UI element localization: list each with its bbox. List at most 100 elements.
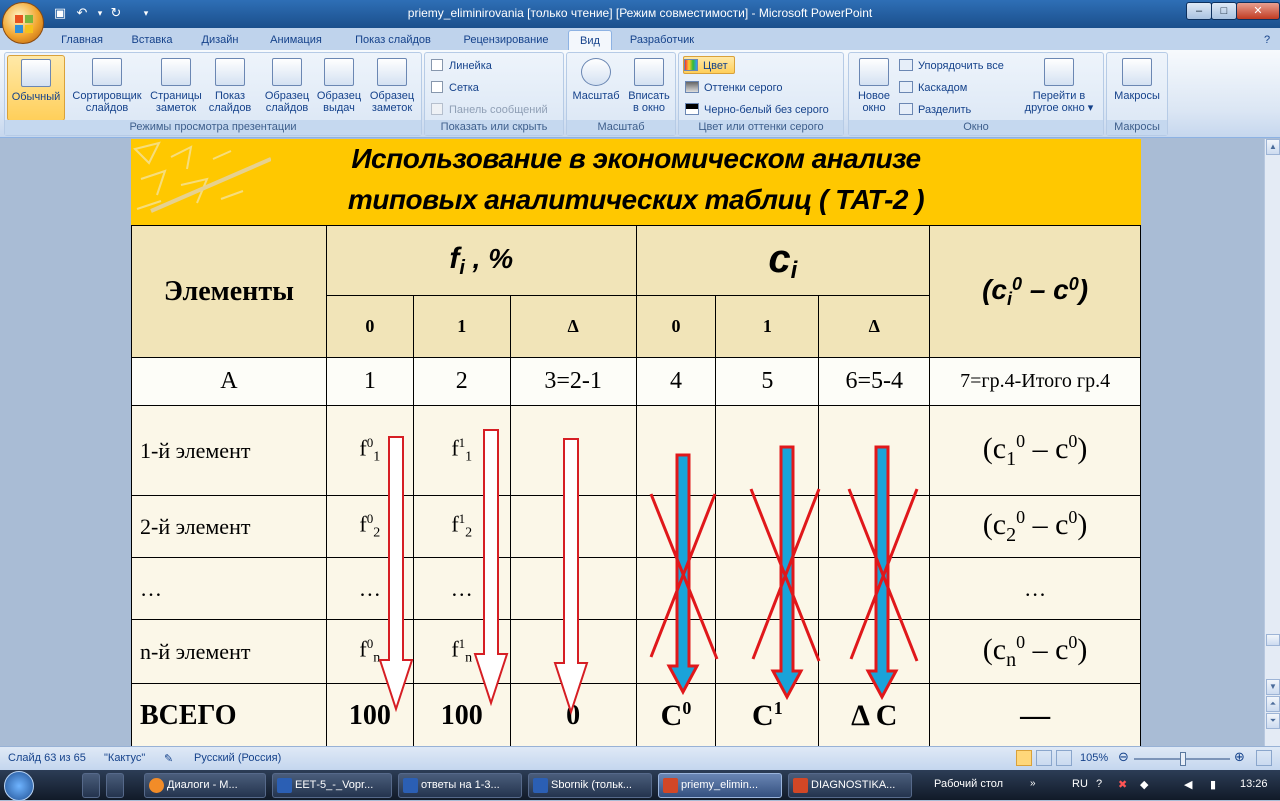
slide-workspace[interactable]: Использование в экономическом анализе ти… <box>0 139 1264 746</box>
taskbar-item-label: DIAGNOSTIKA... <box>811 779 896 791</box>
cell-c1 <box>715 619 820 684</box>
close-button[interactable]: ✕ <box>1236 2 1280 20</box>
zoom-button[interactable]: Масштаб <box>569 55 623 121</box>
switch-window-button[interactable]: Перейти в другое окно ▾ <box>1019 55 1099 121</box>
tab-slideshow[interactable]: Показ слайдов <box>346 30 440 50</box>
taskbar-item[interactable]: DIAGNOSTIKA... <box>788 773 912 798</box>
fit-slide-icon[interactable] <box>1256 750 1272 766</box>
black-white-button[interactable]: Черно-белый без серого <box>685 101 829 119</box>
cascade-button[interactable]: Каскадом <box>899 79 967 97</box>
language[interactable]: Русский (Россия) <box>194 752 281 764</box>
maximize-button[interactable]: □ <box>1211 2 1237 20</box>
table-row: 1-й элемент f01 f11 (c10 – c0) <box>131 405 1141 496</box>
desktop-toolbar-label[interactable]: Рабочий стол <box>934 778 1003 790</box>
grid-label: Сетка <box>449 82 479 94</box>
color-button[interactable]: Цвет <box>683 56 735 74</box>
switch-windows-icon[interactable] <box>106 773 124 798</box>
start-button[interactable] <box>4 771 34 801</box>
total-cdelta: Δ С <box>818 683 931 746</box>
volume-icon[interactable]: ◀ <box>1184 778 1192 791</box>
ruler-checkbox[interactable]: Линейка <box>431 57 492 75</box>
next-slide-button[interactable]: ⏷ <box>1266 713 1280 729</box>
scroll-up-button[interactable]: ▲ <box>1266 139 1280 155</box>
cell-diff: (cn0 – c0) <box>929 619 1141 684</box>
new-window-button[interactable]: Новое окно <box>851 55 897 121</box>
title-bar: ▣ ↶ ▾ ↻ ▾ priemy_eliminirovania [только … <box>0 0 1280 28</box>
office-button[interactable] <box>2 2 44 44</box>
ruler-label: Линейка <box>449 60 492 72</box>
scroll-thumb[interactable] <box>1266 634 1280 646</box>
zoom-in-icon[interactable]: ⊕ <box>1234 749 1245 765</box>
tab-view[interactable]: Вид <box>568 30 612 50</box>
slide-master-button[interactable]: Образец слайдов <box>261 55 313 121</box>
arrange-all-button[interactable]: Упорядочить все <box>899 57 1004 75</box>
cell-c1 <box>715 557 820 620</box>
taskbar-item-label: Диалоги - М... <box>167 779 238 791</box>
taskbar-item[interactable]: Sbornik (тольк... <box>528 773 652 798</box>
taskbar-item[interactable]: ЕЕТ-5_-_Vopr... <box>272 773 392 798</box>
vertical-scrollbar[interactable]: ▲ ▼ ⏶ ⏷ <box>1264 139 1280 746</box>
zoom-out-icon[interactable]: ⊖ <box>1118 749 1129 765</box>
power-icon[interactable]: ▮ <box>1210 778 1216 791</box>
notes-master-button[interactable]: Образец заметок <box>365 55 419 121</box>
tab-developer[interactable]: Разработчик <box>620 30 704 50</box>
show-desktop-icon[interactable] <box>82 773 100 798</box>
handout-master-button[interactable]: Образец выдач <box>313 55 365 121</box>
slide-sorter-button[interactable]: Сортировщик слайдов <box>67 55 147 121</box>
taskbar-item[interactable]: ответы на 1-3... <box>398 773 522 798</box>
grayscale-icon <box>685 81 699 93</box>
handout-master-icon <box>324 58 354 86</box>
normal-view-button[interactable]: Обычный <box>7 55 65 121</box>
row-name: n-й элемент <box>131 619 327 684</box>
slide-sorter-icon <box>92 58 122 86</box>
group-label-zoom: Масштаб <box>567 120 675 135</box>
tray-icon[interactable]: ◆ <box>1140 778 1148 791</box>
help-icon[interactable]: ? <box>1258 30 1276 50</box>
tab-review[interactable]: Рецензирование <box>452 30 560 50</box>
zoom-level[interactable]: 105% <box>1080 752 1108 764</box>
diff-close: ) <box>1078 273 1089 305</box>
toolbar-chevron-icon[interactable]: » <box>1030 778 1036 789</box>
notes-page-button[interactable]: Страницы заметок <box>147 55 205 121</box>
f1-subscript: 2 <box>465 525 473 541</box>
cell-diff: (c20 – c0) <box>929 495 1141 558</box>
checkbox-icon <box>431 59 443 71</box>
sorter-view-status-icon[interactable] <box>1036 750 1052 766</box>
zoom-slider-thumb[interactable] <box>1180 752 1186 766</box>
subheader-f0: 0 <box>325 295 414 358</box>
minimize-button[interactable]: – <box>1186 2 1212 20</box>
split-button[interactable]: Разделить <box>899 101 971 119</box>
cell-fdelta <box>509 405 637 496</box>
tab-design[interactable]: Дизайн <box>190 30 250 50</box>
tab-home[interactable]: Главная <box>52 30 112 50</box>
theme-name: "Кактус" <box>104 752 146 764</box>
slideshow-view-button[interactable]: Показ слайдов <box>205 55 255 121</box>
macros-button[interactable]: Макросы <box>1109 55 1165 121</box>
language-indicator[interactable]: RU <box>1072 778 1088 790</box>
macros-icon <box>1122 58 1152 86</box>
firefox-icon <box>149 778 164 793</box>
normal-view-status-icon[interactable] <box>1016 750 1032 766</box>
cell-cdelta <box>818 619 931 684</box>
fit-to-window-button[interactable]: Вписать в окно <box>623 55 675 121</box>
slideshow-icon <box>215 58 245 86</box>
tab-animation[interactable]: Анимация <box>258 30 334 50</box>
network-icon[interactable]: ✖ <box>1118 778 1127 791</box>
slideshow-status-icon[interactable] <box>1056 750 1072 766</box>
notes-page-label-2: заметок <box>155 102 197 114</box>
taskbar-item-label: ответы на 1-3... <box>421 779 500 791</box>
clock[interactable]: 13:26 <box>1240 778 1268 790</box>
color-label: Цвет <box>703 60 728 72</box>
tab-insert[interactable]: Вставка <box>120 30 184 50</box>
previous-slide-button[interactable]: ⏶ <box>1266 696 1280 712</box>
cell-c0 <box>635 557 717 620</box>
total-f0: 100 <box>325 683 414 746</box>
grid-checkbox[interactable]: Сетка <box>431 79 479 97</box>
taskbar-item[interactable]: Диалоги - М... <box>144 773 266 798</box>
help-tray-icon[interactable]: ? <box>1096 778 1102 790</box>
taskbar-item-active[interactable]: priemy_elimin... <box>658 773 782 798</box>
scroll-down-button[interactable]: ▼ <box>1266 679 1280 695</box>
grayscale-button[interactable]: Оттенки серого <box>685 79 782 97</box>
slide[interactable]: Использование в экономическом анализе ти… <box>131 139 1141 746</box>
spellcheck-icon[interactable]: ✎ <box>164 752 173 765</box>
